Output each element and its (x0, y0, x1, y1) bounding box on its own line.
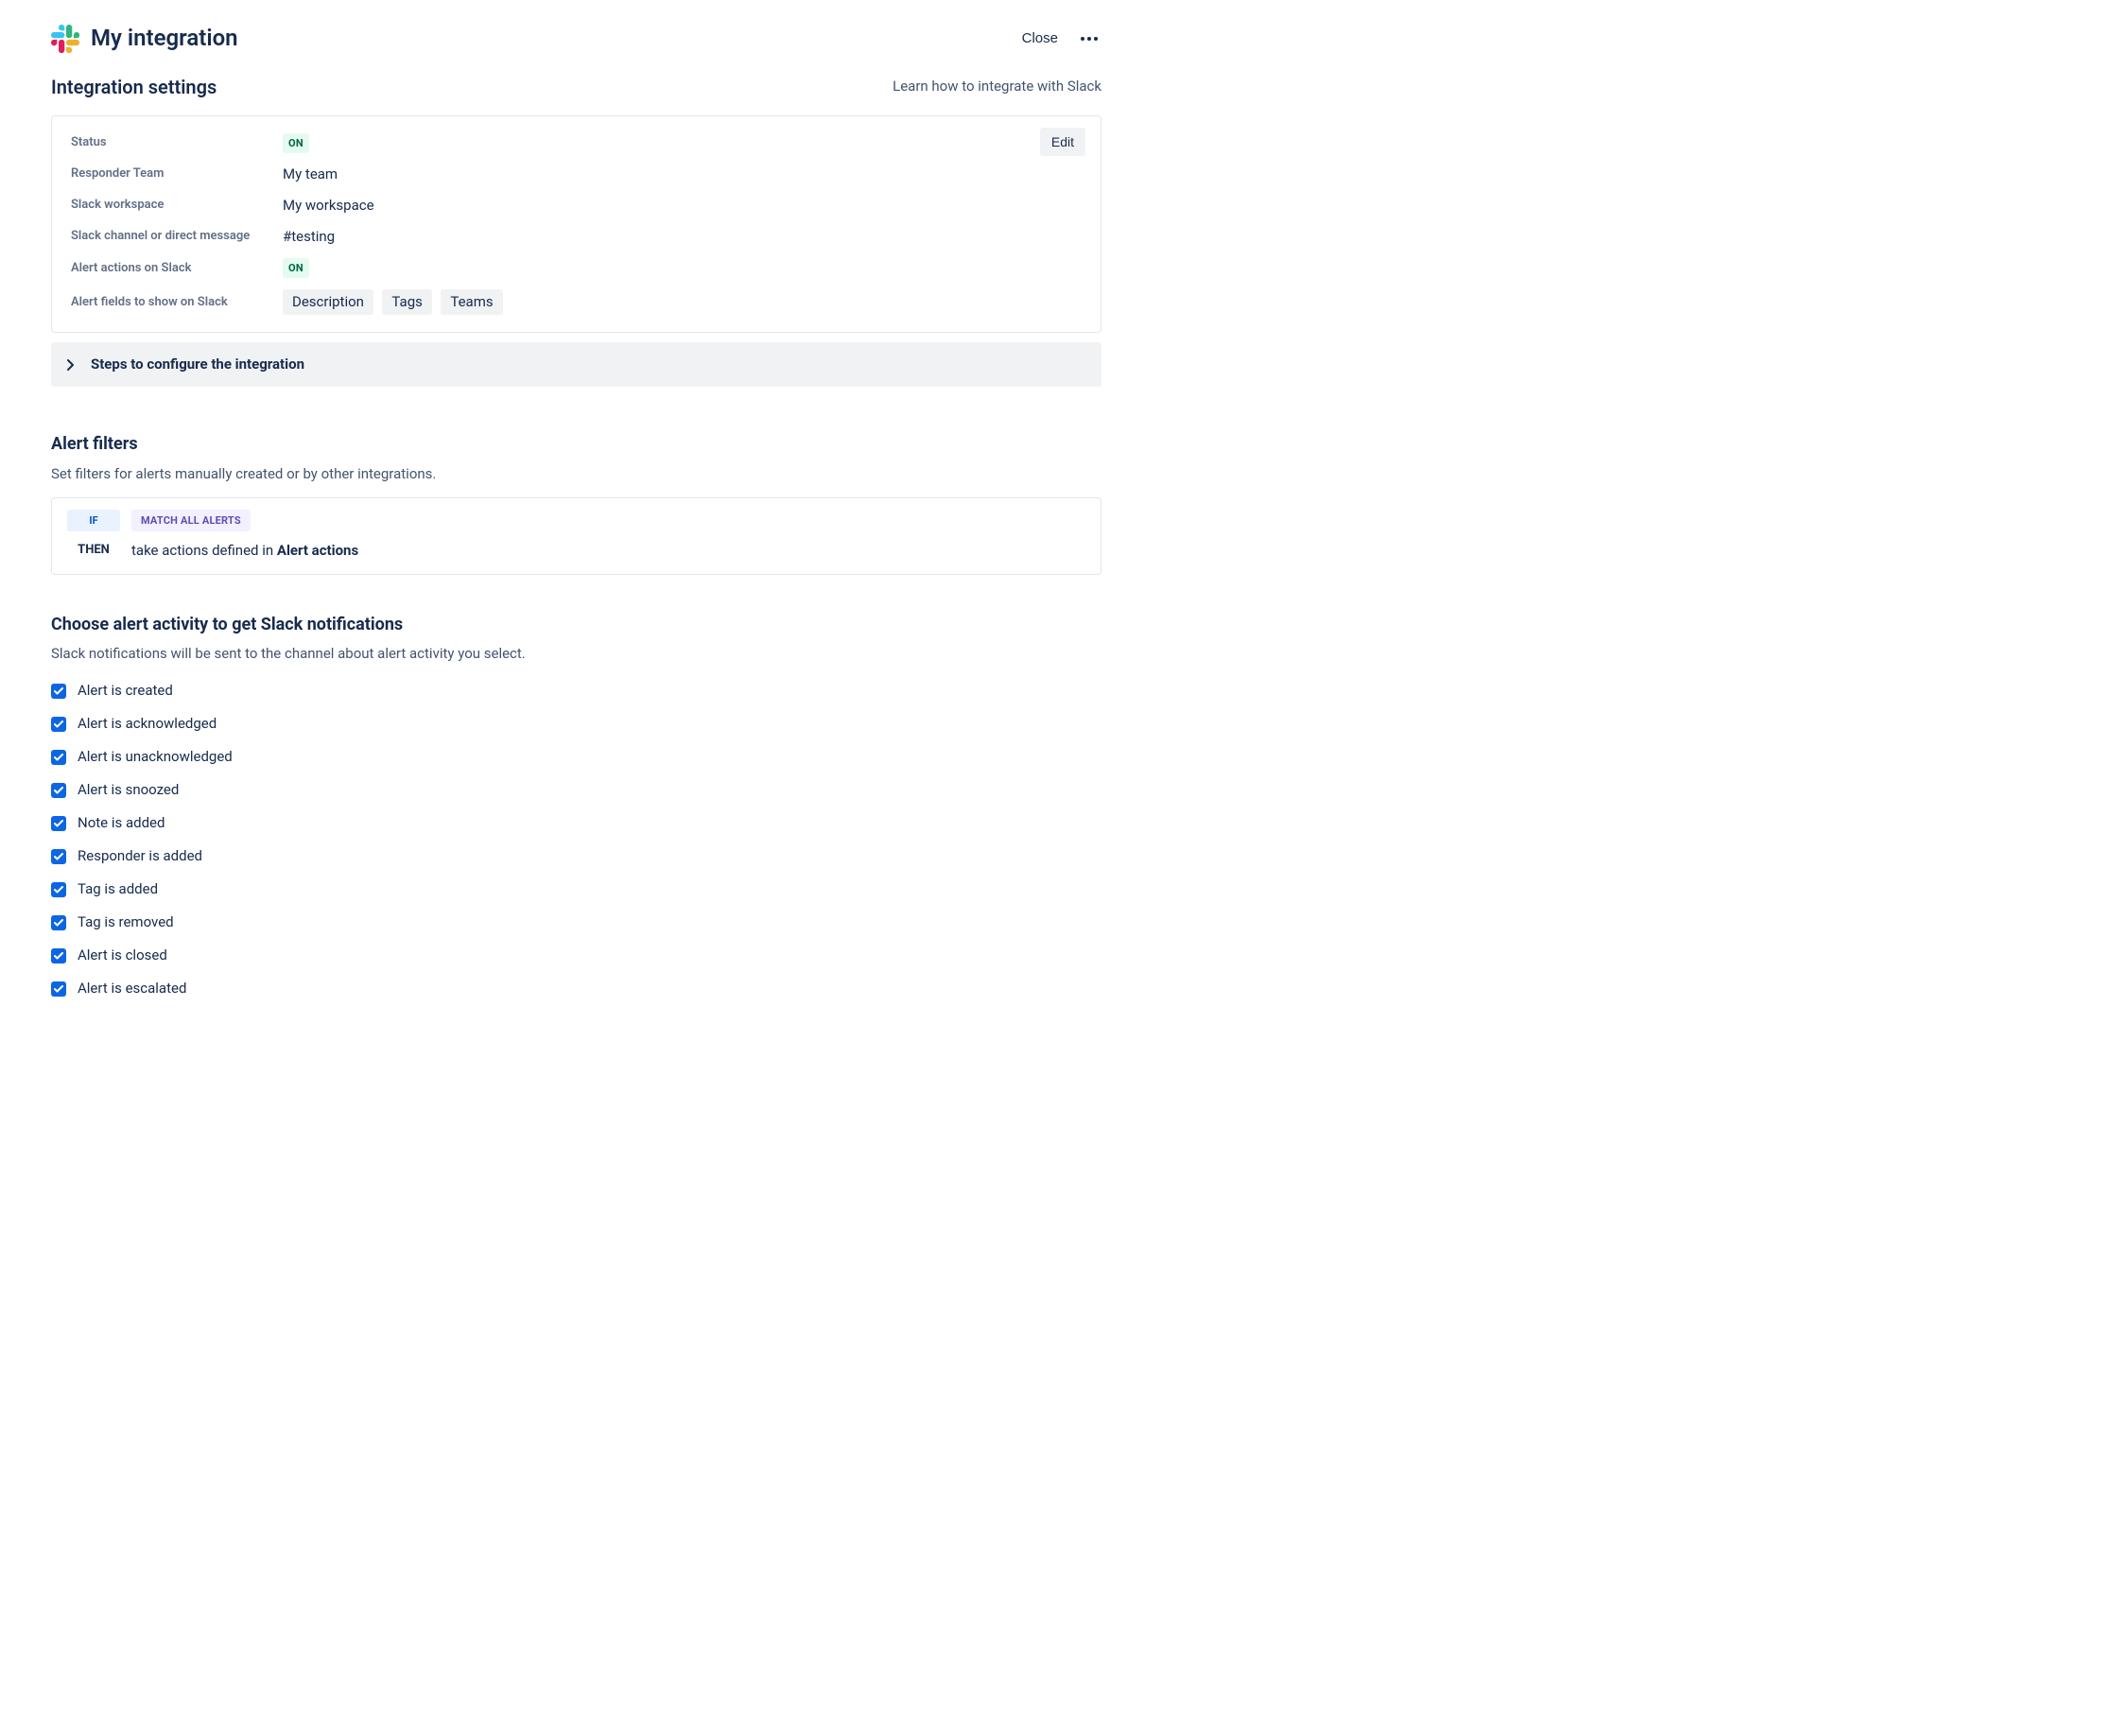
field-tag: Teams (441, 289, 502, 315)
checkbox-label: Responder is added (78, 846, 202, 866)
activity-item: Alert is unacknowledged (51, 747, 1101, 767)
page-header: My integration Close (51, 23, 1101, 55)
field-tag: Tags (382, 289, 431, 315)
activity-item: Note is added (51, 813, 1101, 833)
close-button[interactable]: Close (1022, 30, 1058, 46)
settings-card: Edit Status ON Responder Team My team Sl… (51, 115, 1101, 334)
checkbox-label: Alert is closed (78, 946, 167, 965)
edit-button[interactable]: Edit (1040, 128, 1085, 156)
then-label: THEN (67, 542, 120, 559)
checkbox[interactable] (51, 882, 66, 897)
status-row: Status ON (71, 133, 1082, 153)
slack-icon (51, 25, 79, 53)
actions-row: Alert actions on Slack ON (71, 258, 1082, 278)
activity-heading: Choose alert activity to get Slack notif… (51, 613, 1101, 636)
workspace-label: Slack workspace (71, 197, 283, 214)
fields-row: Alert fields to show on Slack Descriptio… (71, 289, 1082, 315)
activity-item: Tag is added (51, 879, 1101, 899)
checkbox-label: Alert is unacknowledged (78, 747, 233, 767)
settings-heading: Integration settings (51, 74, 217, 100)
actions-label: Alert actions on Slack (71, 260, 283, 277)
learn-link[interactable]: Learn how to integrate with Slack (893, 77, 1101, 96)
header-actions: Close (1022, 30, 1101, 46)
team-row: Responder Team My team (71, 165, 1082, 184)
checkbox[interactable] (51, 684, 66, 699)
checkbox[interactable] (51, 816, 66, 831)
checkbox[interactable] (51, 750, 66, 765)
workspace-row: Slack workspace My workspace (71, 196, 1082, 216)
channel-value: #testing (283, 227, 335, 247)
steps-label: Steps to configure the integration (91, 355, 304, 374)
actions-badge: ON (283, 258, 309, 278)
activity-item: Responder is added (51, 846, 1101, 866)
fields-label: Alert fields to show on Slack (71, 294, 283, 311)
checkbox[interactable] (51, 981, 66, 997)
if-pill: IF (67, 510, 120, 531)
checkbox[interactable] (51, 717, 66, 732)
filter-card: IF MATCH ALL ALERTS THEN take actions de… (51, 497, 1101, 575)
checkbox-label: Tag is added (78, 879, 158, 899)
checkbox-label: Tag is removed (78, 912, 174, 932)
channel-row: Slack channel or direct message #testing (71, 227, 1082, 247)
activity-item: Alert is acknowledged (51, 714, 1101, 734)
fields-tags: Description Tags Teams (283, 289, 509, 315)
status-label: Status (71, 134, 283, 151)
checkbox-label: Alert is snoozed (78, 780, 179, 800)
filters-heading: Alert filters (51, 432, 1101, 456)
steps-expand-bar[interactable]: Steps to configure the integration (51, 342, 1101, 387)
checkbox-label: Note is added (78, 813, 165, 833)
activity-desc: Slack notifications will be sent to the … (51, 644, 1101, 664)
checkbox[interactable] (51, 948, 66, 963)
activity-section: Choose alert activity to get Slack notif… (51, 613, 1101, 998)
field-tag: Description (283, 289, 373, 315)
team-label: Responder Team (71, 165, 283, 182)
workspace-value: My workspace (283, 196, 374, 216)
activity-list: Alert is created Alert is acknowledged Ale… (51, 681, 1101, 998)
then-text-bold: Alert actions (277, 542, 358, 559)
then-text: take actions defined in Alert actions (131, 541, 358, 561)
settings-heading-row: Integration settings Learn how to integr… (51, 74, 1101, 100)
filters-desc: Set filters for alerts manually created … (51, 464, 1101, 484)
status-badge: ON (283, 133, 309, 153)
more-icon[interactable] (1077, 33, 1101, 44)
match-pill: MATCH ALL ALERTS (131, 510, 251, 531)
page-title: My integration (91, 23, 238, 55)
checkbox-label: Alert is created (78, 681, 173, 701)
checkbox-label: Alert is acknowledged (78, 714, 217, 734)
filter-if-row: IF MATCH ALL ALERTS (67, 510, 1085, 531)
checkbox-label: Alert is escalated (78, 979, 186, 998)
channel-label: Slack channel or direct message (71, 228, 283, 245)
activity-item: Tag is removed (51, 912, 1101, 932)
activity-item: Alert is escalated (51, 979, 1101, 998)
team-value: My team (283, 165, 338, 184)
activity-item: Alert is snoozed (51, 780, 1101, 800)
filter-then-row: THEN take actions defined in Alert actio… (67, 541, 1085, 561)
checkbox[interactable] (51, 849, 66, 864)
then-text-prefix: take actions defined in (131, 542, 277, 559)
activity-item: Alert is created (51, 681, 1101, 701)
checkbox[interactable] (51, 915, 66, 930)
checkbox[interactable] (51, 783, 66, 798)
chevron-right-icon (66, 360, 76, 370)
title-wrap: My integration (51, 23, 238, 55)
activity-item: Alert is closed (51, 946, 1101, 965)
